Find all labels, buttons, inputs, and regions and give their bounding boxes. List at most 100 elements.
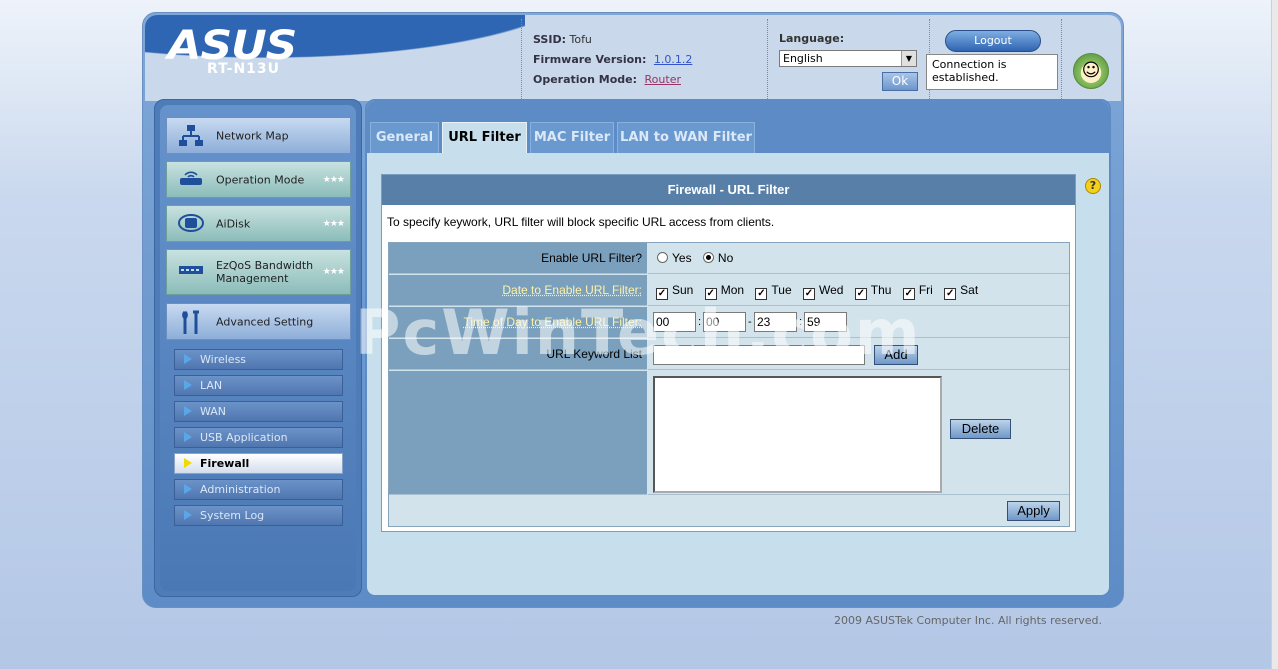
enable-yes-label: Yes [672, 251, 692, 265]
sidebar-item-lan[interactable]: LAN [174, 375, 343, 396]
sidebar-item-label: Wireless [200, 353, 247, 366]
logout-button[interactable]: Logout [945, 30, 1041, 52]
keyword-entry: Add [648, 339, 1069, 370]
firmware-link[interactable]: 1.0.1.2 [654, 53, 692, 66]
sidebar-item-system-log[interactable]: System Log [174, 505, 343, 526]
day-label: Tue [771, 283, 792, 297]
tab-mac-filter[interactable]: MAC Filter [530, 122, 614, 153]
sidebar-item-network-map[interactable]: Network Map [166, 117, 351, 154]
enable-url-filter-label: Enable URL Filter? [389, 243, 647, 274]
arrow-icon [184, 380, 192, 390]
days-checkboxes: ✓ Sun ✓ Mon ✓ Tue ✓ Wed ✓ Thu ✓ Fri ✓ Sat [648, 275, 1069, 306]
sidebar-item-label: AiDisk [216, 217, 251, 230]
tab-general[interactable]: General [370, 122, 439, 153]
keyword-input[interactable] [653, 345, 865, 365]
sidebar-item-label: Operation Mode [216, 173, 305, 186]
copyright: 2009 ASUSTek Computer Inc. All rights re… [834, 614, 1102, 627]
url-keyword-label: URL Keyword List [389, 339, 647, 370]
day-label: Mon [720, 283, 745, 297]
tab-url-filter[interactable]: URL Filter [442, 122, 527, 153]
day-label: Sun [672, 283, 694, 297]
keyword-list-label-cell [389, 371, 647, 495]
help-icon[interactable]: ? [1085, 178, 1101, 194]
enable-url-filter-options: Yes No [648, 243, 1069, 274]
connection-status: Connection is established. [926, 54, 1058, 90]
start-minute-input[interactable]: 00 [703, 312, 746, 332]
sidebar-item-label: Advanced Setting [216, 315, 314, 328]
sidebar-item-usb-application[interactable]: USB Application [174, 427, 343, 448]
time-range: 00 : 00 - 23 : 59 [648, 307, 1069, 338]
day-label: Wed [818, 283, 844, 297]
apply-button[interactable]: Apply [1007, 501, 1060, 521]
firmware-row: Firmware Version: 1.0.1.2 [533, 53, 692, 66]
sidebar-item-aidisk[interactable]: AiDisk ★★★ [166, 205, 351, 242]
chevron-down-icon: ▼ [901, 51, 916, 66]
enable-yes-radio[interactable] [657, 252, 668, 263]
time-separator: : [698, 316, 702, 328]
header-divider [767, 19, 768, 99]
disk-icon [177, 212, 205, 236]
network-map-icon [177, 124, 205, 148]
header-divider [1061, 19, 1062, 99]
sidebar-item-wan[interactable]: WAN [174, 401, 343, 422]
url-filter-form: Enable URL Filter? Yes No Date to Enable… [388, 242, 1070, 527]
arrow-icon [184, 432, 192, 442]
stars-icon: ★★★ [322, 267, 345, 277]
arrow-icon [184, 406, 192, 416]
sidebar-item-administration[interactable]: Administration [174, 479, 343, 500]
opmode-row: Operation Mode: Router [533, 73, 681, 86]
scrollbar[interactable] [1271, 0, 1278, 669]
ssid-value: Tofu [569, 33, 592, 46]
sidebar-item-label: Network Map [216, 129, 289, 142]
header-divider [521, 19, 522, 99]
day-wed-checkbox[interactable]: ✓ [802, 288, 815, 300]
day-label: Sat [960, 283, 979, 297]
day-sat-checkbox[interactable]: ✓ [944, 288, 957, 300]
date-to-enable-label[interactable]: Date to Enable URL Filter: [389, 275, 647, 306]
enable-no-radio[interactable] [702, 252, 714, 263]
qos-icon [177, 260, 205, 284]
language-label: Language: [779, 32, 845, 45]
sidebar-item-label: USB Application [200, 431, 288, 444]
model-name: RT-N13U [207, 61, 281, 77]
sidebar-item-label: LAN [200, 379, 223, 392]
enable-no-label: No [717, 251, 734, 265]
day-tue-checkbox[interactable]: ✓ [755, 288, 768, 300]
language-select[interactable]: English ▼ [779, 50, 917, 67]
day-sun-checkbox[interactable]: ✓ [656, 288, 668, 300]
ssid-row: SSID: Tofu [533, 33, 592, 46]
sidebar-item-advanced-setting[interactable]: Advanced Setting [166, 303, 351, 340]
delete-button[interactable]: Delete [950, 419, 1011, 439]
sidebar-item-firewall[interactable]: Firewall [174, 453, 343, 474]
day-fri-checkbox[interactable]: ✓ [902, 288, 915, 300]
stars-icon: ★★★ [322, 218, 345, 229]
day-thu-checkbox[interactable]: ✓ [854, 288, 867, 300]
sidebar-item-operation-mode[interactable]: Operation Mode ★★★ [166, 161, 351, 198]
mascot-icon: ☺ [1073, 53, 1109, 89]
time-of-day-label[interactable]: Time of Day to Enable URL Filter: [389, 307, 647, 338]
sidebar-item-ezqos[interactable]: EzQoS Bandwidth Management ★★★ [166, 249, 351, 295]
start-hour-input[interactable]: 00 [653, 312, 696, 332]
time-separator: - [748, 316, 752, 328]
end-minute-input[interactable]: 59 [804, 312, 847, 332]
url-filter-panel: Firewall - URL Filter To specify keywork… [381, 174, 1076, 532]
add-button[interactable]: Add [874, 345, 918, 365]
sidebar-item-label: System Log [200, 509, 265, 522]
tab-lan-to-wan-filter[interactable]: LAN to WAN Filter [617, 122, 755, 153]
sidebar-item-label: WAN [200, 405, 227, 418]
keyword-list[interactable] [653, 376, 942, 493]
day-mon-checkbox[interactable]: ✓ [704, 288, 717, 300]
panel-description: To specify keywork, URL filter will bloc… [387, 215, 775, 229]
ssid-label: SSID: [533, 33, 566, 46]
logo-area: ASUS RT-N13U [145, 15, 525, 101]
opmode-link[interactable]: Router [645, 73, 681, 86]
day-label: Thu [870, 283, 892, 297]
language-value: English [783, 52, 823, 65]
sidebar-item-wireless[interactable]: Wireless [174, 349, 343, 370]
sidebar-item-label: Administration [200, 483, 281, 496]
sidebar-item-label: Firewall [200, 457, 250, 470]
router-icon [177, 168, 205, 192]
time-separator: : [799, 316, 803, 328]
language-ok-button[interactable]: Ok [882, 72, 918, 91]
end-hour-input[interactable]: 23 [754, 312, 797, 332]
